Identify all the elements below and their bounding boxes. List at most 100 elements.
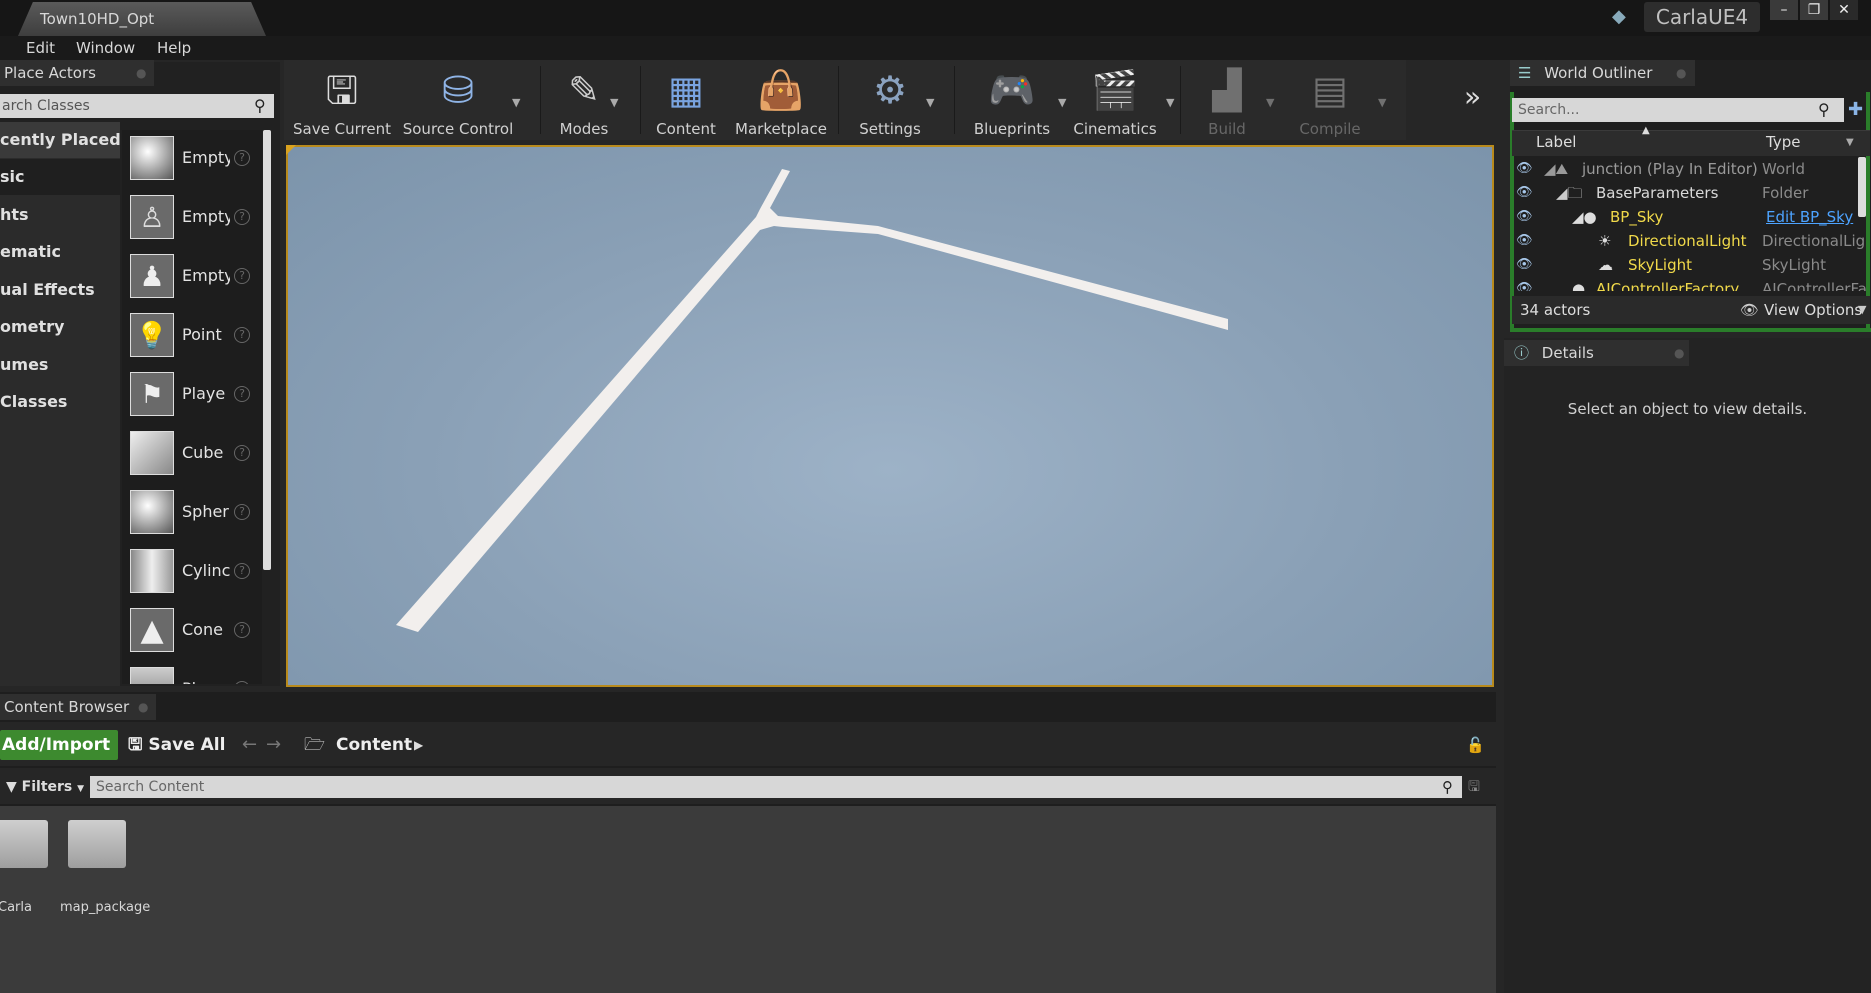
- place-actors-tab[interactable]: Place Actors ●: [0, 60, 154, 86]
- path-crumb-content[interactable]: Content: [336, 730, 412, 760]
- details-tab[interactable]: ⓘ Details ●: [1504, 340, 1689, 366]
- back-arrow-icon[interactable]: ←: [242, 730, 257, 760]
- folder-name: Carla: [0, 900, 32, 915]
- add-import-button[interactable]: Add/Import ▼: [0, 730, 118, 783]
- outliner-row[interactable]: 👁 ◢⛰ junction (Play In Editor) World: [1512, 157, 1870, 181]
- category-item[interactable]: ual Effects: [0, 272, 120, 308]
- category-item[interactable]: ometry: [0, 309, 120, 345]
- dropdown-arrow-icon[interactable]: ▼: [512, 96, 520, 109]
- outliner-row[interactable]: 👁 ◢● BP_Sky Edit BP_Sky: [1512, 205, 1870, 229]
- double-chevron-right-icon[interactable]: »: [1464, 82, 1494, 112]
- modes-tools-icon: ✎: [568, 68, 600, 112]
- folder-icon[interactable]: [68, 820, 126, 868]
- menu-window[interactable]: Window: [76, 36, 135, 60]
- outliner-row[interactable]: 👁 ● AIControllerFactory AIControllerFa: [1512, 277, 1870, 291]
- help-icon[interactable]: ?: [234, 268, 250, 284]
- category-item[interactable]: sic: [0, 159, 120, 195]
- modes-button[interactable]: ✎ Modes ▼: [546, 60, 622, 140]
- actor-list-scrollbar[interactable]: [263, 130, 271, 570]
- save-search-icon[interactable]: 🖫: [1468, 776, 1486, 798]
- actor-item[interactable]: ♙ Empty ?: [122, 189, 262, 245]
- tab-close-icon[interactable]: ●: [138, 694, 148, 720]
- category-item[interactable]: umes: [0, 347, 120, 383]
- actor-item[interactable]: ♟ Empty ?: [122, 248, 262, 304]
- save-current-button[interactable]: 🖫 Save Current: [290, 60, 394, 140]
- category-item[interactable]: Classes: [0, 384, 120, 420]
- build-button[interactable]: ▟ Build ▼: [1184, 60, 1274, 140]
- tab-close-icon[interactable]: ●: [136, 60, 146, 86]
- help-icon[interactable]: ?: [234, 681, 250, 684]
- help-icon[interactable]: ?: [234, 445, 250, 461]
- view-options-button[interactable]: View Options: [1764, 296, 1862, 324]
- actor-item[interactable]: Plane ?: [122, 661, 262, 684]
- tab-close-icon[interactable]: ●: [1674, 340, 1684, 366]
- category-item[interactable]: cently Placed: [0, 122, 120, 158]
- dropdown-arrow-icon[interactable]: ▼: [1266, 96, 1274, 109]
- help-icon[interactable]: ?: [234, 209, 250, 225]
- content-browser-tab[interactable]: Content Browser ●: [0, 694, 156, 720]
- lock-icon[interactable]: 🔓: [1466, 732, 1485, 758]
- help-icon[interactable]: ?: [234, 563, 250, 579]
- cinematics-button[interactable]: 🎬 Cinematics ▼: [1060, 60, 1174, 140]
- settings-button[interactable]: ⚙ Settings ▼: [844, 60, 936, 140]
- category-item[interactable]: hts: [0, 197, 120, 233]
- minimize-icon[interactable]: –: [1770, 0, 1798, 20]
- compile-cubes-icon: ▤: [1312, 68, 1348, 112]
- column-label[interactable]: Label: [1536, 133, 1576, 151]
- eye-icon[interactable]: 👁: [1516, 229, 1540, 253]
- dropdown-arrow-icon[interactable]: ▼: [610, 96, 618, 109]
- class-search-input[interactable]: arch Classes: [0, 94, 274, 118]
- chevron-down-icon[interactable]: ▼: [1858, 296, 1866, 324]
- help-icon[interactable]: ?: [234, 622, 250, 638]
- blueprints-button[interactable]: 🎮 Blueprints ▼: [958, 60, 1067, 140]
- world-outliner-tab[interactable]: ☰ World Outliner ●: [1510, 60, 1695, 86]
- help-icon[interactable]: ?: [234, 327, 250, 343]
- eye-icon[interactable]: 👁: [1516, 157, 1540, 181]
- dropdown-arrow-icon[interactable]: ▼: [1166, 96, 1174, 109]
- save-all-button[interactable]: 🖫 Save All: [128, 730, 225, 760]
- eye-icon[interactable]: 👁: [1516, 277, 1540, 291]
- actor-item[interactable]: 💡 Point ?: [122, 307, 262, 363]
- actor-item[interactable]: Cylinc ?: [122, 543, 262, 599]
- dropdown-arrow-icon[interactable]: ▼: [926, 96, 934, 109]
- map-tab[interactable]: Town10HD_Opt: [18, 2, 266, 36]
- dropdown-arrow-icon[interactable]: ▼: [1378, 96, 1386, 109]
- actor-item[interactable]: Cube ?: [122, 425, 262, 481]
- close-icon[interactable]: ✕: [1830, 0, 1858, 20]
- path-chevron-icon[interactable]: ▶: [414, 730, 423, 760]
- restore-icon[interactable]: ❐: [1800, 0, 1828, 20]
- actor-item[interactable]: ⚑ Playe ?: [122, 366, 262, 422]
- outliner-row[interactable]: 👁 ☁ SkyLight SkyLight: [1512, 253, 1870, 277]
- help-icon[interactable]: ?: [234, 504, 250, 520]
- outliner-row-type: SkyLight: [1762, 256, 1826, 274]
- actor-item[interactable]: Empty ?: [122, 130, 262, 186]
- add-filter-icon[interactable]: ✚: [1848, 98, 1868, 122]
- marketplace-button[interactable]: 👜 Marketplace: [730, 60, 832, 140]
- chevron-down-icon[interactable]: ▼: [1846, 137, 1854, 148]
- menu-edit[interactable]: Edit: [26, 36, 55, 60]
- content-search-input[interactable]: Search Content: [90, 776, 1462, 798]
- outliner-row[interactable]: 👁 ☀ DirectionalLight DirectionalLig: [1512, 229, 1870, 253]
- source-control-button[interactable]: ⛁ Source Control ▼: [398, 60, 521, 140]
- help-icon[interactable]: ?: [234, 150, 250, 166]
- edit-blueprint-link[interactable]: Edit BP_Sky: [1766, 205, 1871, 229]
- actor-item[interactable]: Spher ?: [122, 484, 262, 540]
- outliner-search-input[interactable]: Search...: [1512, 98, 1844, 122]
- actor-item[interactable]: ▲ Cone ?: [122, 602, 262, 658]
- eye-icon[interactable]: 👁: [1516, 253, 1540, 277]
- outliner-scrollbar[interactable]: [1858, 157, 1866, 217]
- compile-button[interactable]: ▤ Compile ▼: [1280, 60, 1386, 140]
- help-icon[interactable]: ?: [234, 386, 250, 402]
- eye-icon[interactable]: 👁: [1516, 205, 1540, 229]
- menu-help[interactable]: Help: [157, 36, 191, 60]
- filters-button[interactable]: ▼ Filters ▼: [6, 776, 84, 798]
- tab-close-icon[interactable]: ●: [1676, 60, 1686, 86]
- outliner-row[interactable]: 👁 ◢🗀 BaseParameters Folder: [1512, 181, 1870, 205]
- folder-icon[interactable]: [0, 820, 48, 868]
- column-type[interactable]: Type: [1766, 133, 1800, 151]
- category-item[interactable]: ematic: [0, 234, 120, 270]
- content-button[interactable]: ▦ Content: [644, 60, 728, 140]
- eye-icon[interactable]: 👁: [1516, 181, 1540, 205]
- level-viewport[interactable]: [286, 145, 1494, 687]
- forward-arrow-icon[interactable]: →: [266, 730, 281, 760]
